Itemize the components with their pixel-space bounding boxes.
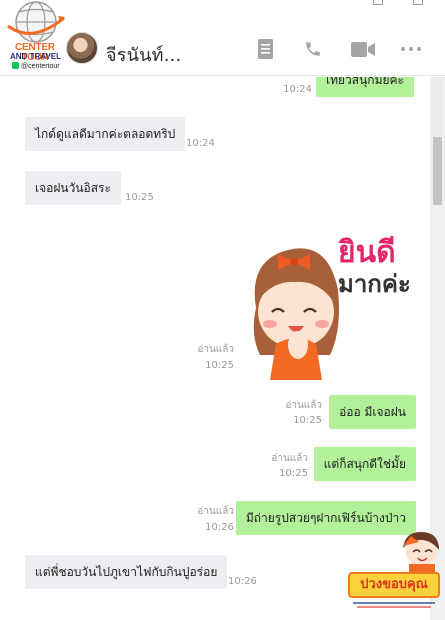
logo-handle-text: @centertour <box>21 63 60 70</box>
close-button[interactable] <box>413 0 423 5</box>
message-bubble-outgoing[interactable]: แต่ก็สนุกดีใช่มั้ย <box>313 447 416 481</box>
message-time: 10:25 <box>205 360 234 371</box>
promo-title: ปวงขอบคุณ <box>348 572 440 598</box>
message-read-receipt: อ่านแล้ว <box>271 453 308 464</box>
message-read-receipt: อ่านแล้ว <box>197 506 234 517</box>
message-time: 10:25 <box>125 192 154 203</box>
message-text: แต่ก็สนุกดีใช่มั้ย <box>323 457 406 471</box>
chat-header: CENTER TOUR AND TRAVEL @centertour จีรนั… <box>0 0 445 76</box>
message-time: 10:25 <box>293 415 322 426</box>
message-bubble-incoming[interactable]: แต่พี่ชอบวันไปภูเขาไฟกับกินปูอร่อย <box>25 555 228 589</box>
message-read-receipt: อ่านแล้ว <box>197 344 234 355</box>
contact-avatar[interactable] <box>66 32 98 64</box>
maximize-button[interactable] <box>373 0 383 5</box>
message-bubble-outgoing[interactable]: อ่ออ มีเจอฝน <box>329 395 416 429</box>
message-bubble-incoming[interactable]: ไกด์ดูแลดีมากค่ะตลอดทริป <box>25 117 186 151</box>
notes-icon[interactable] <box>256 38 274 60</box>
message-text: ไกด์ดูแลดีมากค่ะตลอดทริป <box>35 127 176 141</box>
message-text: อ่ออ มีเจอฝน <box>339 405 406 419</box>
sticker-text-line1: ยินดี <box>338 235 396 270</box>
contact-name[interactable]: จีรนันท์... <box>106 40 181 69</box>
mascot-icon <box>403 532 439 578</box>
scrollbar-thumb[interactable] <box>433 137 442 205</box>
phone-icon[interactable] <box>302 38 324 60</box>
message-read-receipt: อ่านแล้ว <box>285 400 322 411</box>
promo-watermark: ปวงขอบคุณ <box>343 528 445 620</box>
logo-handle: @centertour <box>12 62 72 71</box>
message-bubble-incoming[interactable]: เจอฝนวันอิสระ <box>25 171 121 205</box>
window-controls <box>373 0 423 5</box>
message-text: เที่ยวสนุกมั้ยคะ <box>326 77 404 87</box>
logo-subtitle: AND TRAVEL <box>10 52 61 61</box>
message-time: 10:26 <box>205 522 234 533</box>
company-logo: CENTER TOUR AND TRAVEL @centertour <box>2 0 68 72</box>
message-time: 10:26 <box>228 576 257 587</box>
message-text: แต่พี่ชอบวันไปภูเขาไฟกับกินปูอร่อย <box>35 565 218 579</box>
message-bubble-outgoing[interactable]: เที่ยวสนุกมั้ยคะ <box>316 77 414 97</box>
message-text: เจอฝนวันอิสระ <box>35 181 111 195</box>
message-text: มีถ่ายรูปสวยๆฝากเฟิร์นบ้างป่าว <box>245 511 406 525</box>
sticker-message[interactable]: ยินดี มากค่ะ <box>238 220 422 380</box>
sticker-text-line2: มากค่ะ <box>338 270 411 298</box>
message-time: 10:24 <box>283 84 312 95</box>
scrollbar-track <box>433 77 442 135</box>
message-time: 10:24 <box>186 138 215 149</box>
promo-subtext-lines <box>349 600 439 610</box>
more-icon[interactable] <box>400 38 422 60</box>
line-logo-icon <box>12 62 19 69</box>
girl-thank-you-sticker-icon: ยินดี มากค่ะ <box>253 235 411 380</box>
message-time: 10:25 <box>279 468 308 479</box>
globe-logo-icon <box>7 1 65 43</box>
video-icon[interactable] <box>350 38 376 60</box>
